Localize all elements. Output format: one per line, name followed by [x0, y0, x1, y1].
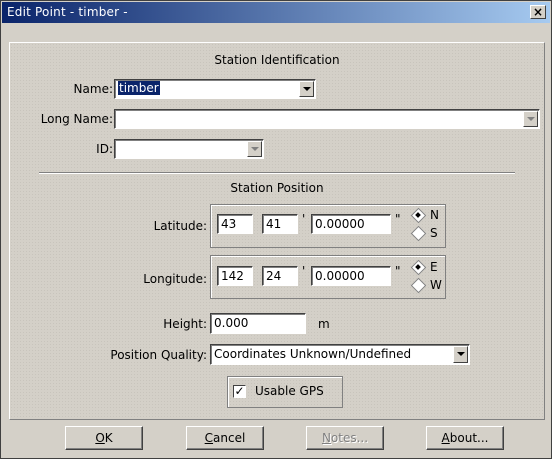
usable-gps-label: Usable GPS — [255, 384, 324, 398]
latitude-seconds-input[interactable]: 0.00000 — [311, 214, 391, 234]
about-label: bout... — [449, 431, 489, 445]
longitude-minutes-mark: ' — [302, 264, 306, 278]
notes-label: otes... — [330, 431, 369, 445]
south-label: S — [430, 226, 438, 240]
latitude-seconds-mark: " — [395, 212, 401, 226]
long-name-combobox[interactable] — [114, 109, 540, 129]
height-label: Height: — [163, 317, 207, 331]
latitude-minutes-mark: ' — [302, 212, 306, 226]
east-label: E — [430, 260, 438, 274]
longitude-seconds-value: 0.00000 — [315, 269, 365, 283]
longitude-seconds-mark: " — [395, 264, 401, 278]
longitude-minutes-value: 24 — [266, 269, 282, 283]
height-unit: m — [318, 317, 330, 331]
close-button[interactable]: × — [530, 5, 546, 19]
position-quality-dropdown-arrow-icon[interactable] — [453, 346, 468, 363]
height-value: 0.000 — [214, 316, 249, 330]
cancel-button[interactable]: Cancel — [186, 426, 264, 450]
latitude-label: Latitude: — [153, 219, 207, 233]
east-radio-icon[interactable] — [412, 261, 424, 273]
position-quality-value: Coordinates Unknown/Undefined — [214, 347, 412, 361]
cancel-accel: C — [204, 431, 214, 445]
section-divider — [39, 172, 515, 174]
west-label: W — [430, 278, 442, 292]
usable-gps-checkbox[interactable]: ✓ — [233, 385, 246, 398]
notes-button[interactable]: Notes... — [306, 426, 384, 450]
height-input[interactable]: 0.000 — [210, 313, 306, 334]
about-button[interactable]: About... — [426, 426, 504, 450]
latitude-minutes-input[interactable]: 41 — [262, 214, 298, 234]
about-accel: A — [441, 431, 450, 445]
south-radio-icon[interactable] — [412, 227, 424, 239]
name-combobox[interactable]: timber — [114, 79, 316, 99]
longitude-label: Longitude: — [143, 272, 207, 286]
longitude-seconds-input[interactable]: 0.00000 — [311, 266, 391, 286]
window-title: Edit Point - timber - — [7, 5, 128, 19]
name-value: timber — [118, 81, 160, 95]
ok-button[interactable]: OK — [65, 426, 143, 450]
name-label: Name: — [73, 82, 113, 96]
latitude-seconds-value: 0.00000 — [315, 217, 365, 231]
ok-accel: O — [95, 431, 105, 445]
north-radio-icon[interactable] — [412, 209, 424, 221]
latitude-degrees-input[interactable]: 43 — [217, 214, 253, 234]
north-label: N — [430, 208, 439, 222]
longitude-degrees-input[interactable]: 142 — [217, 266, 253, 286]
id-dropdown-arrow-icon[interactable] — [247, 141, 262, 157]
edit-point-dialog: Edit Point - timber - × Station Identifi… — [0, 0, 552, 459]
station-position-title: Station Position — [230, 181, 324, 195]
ok-label: K — [104, 431, 113, 445]
latitude-degrees-value: 43 — [221, 217, 237, 231]
id-label: ID: — [96, 142, 113, 156]
title-bar[interactable]: Edit Point - timber - × — [2, 2, 550, 23]
position-quality-select[interactable]: Coordinates Unknown/Undefined — [210, 344, 470, 365]
longitude-minutes-input[interactable]: 24 — [262, 266, 298, 286]
station-identification-title: Station Identification — [214, 53, 340, 67]
position-quality-label: Position Quality: — [110, 348, 207, 362]
cancel-label: ancel — [213, 431, 246, 445]
longitude-degrees-value: 142 — [221, 269, 244, 283]
id-combobox[interactable] — [114, 139, 264, 159]
notes-accel: N — [321, 431, 331, 445]
name-dropdown-arrow-icon[interactable] — [299, 81, 314, 97]
long-name-label: Long Name: — [40, 112, 113, 126]
west-radio-icon[interactable] — [412, 279, 424, 291]
long-name-dropdown-arrow-icon[interactable] — [523, 111, 538, 127]
latitude-minutes-value: 41 — [266, 217, 282, 231]
